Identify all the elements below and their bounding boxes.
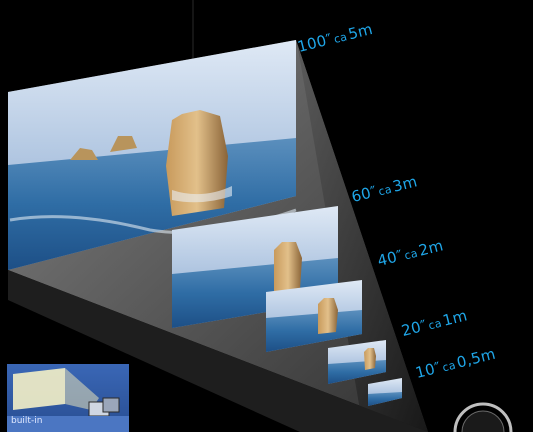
label-ca: ca xyxy=(403,246,420,263)
label-ca: ca xyxy=(441,358,458,375)
builtin-projector-thumbnail: built-in xyxy=(7,364,129,432)
label-ca: ca xyxy=(427,316,444,333)
projector-lens xyxy=(453,402,513,432)
label-ca: ca xyxy=(377,182,394,199)
thumbnail-text: built-in xyxy=(11,416,43,426)
label-ca: ca xyxy=(332,30,349,47)
